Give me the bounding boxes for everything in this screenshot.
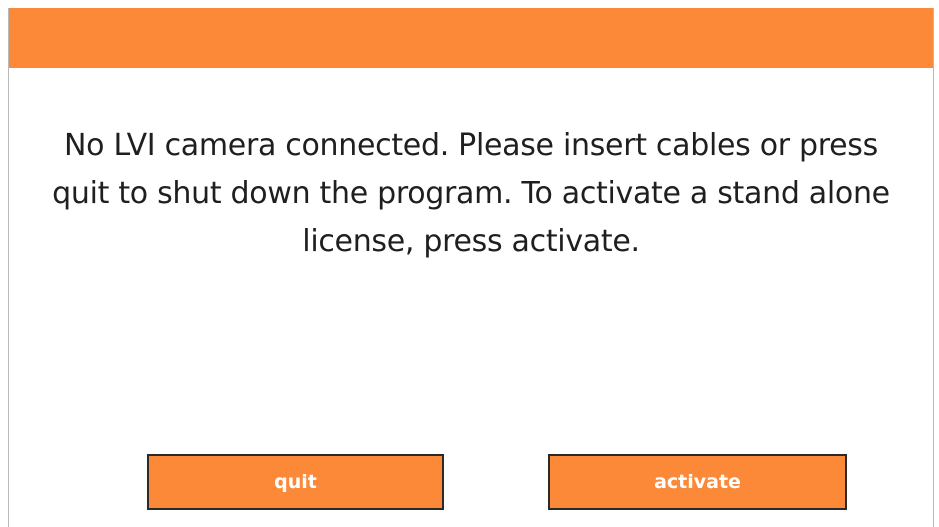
activate-button[interactable]: activate (548, 454, 847, 510)
dialog-title-bar (9, 8, 933, 68)
quit-button[interactable]: quit (147, 454, 444, 510)
no-camera-dialog: No LVI camera connected. Please insert c… (8, 8, 934, 527)
dialog-message: No LVI camera connected. Please insert c… (52, 128, 890, 259)
